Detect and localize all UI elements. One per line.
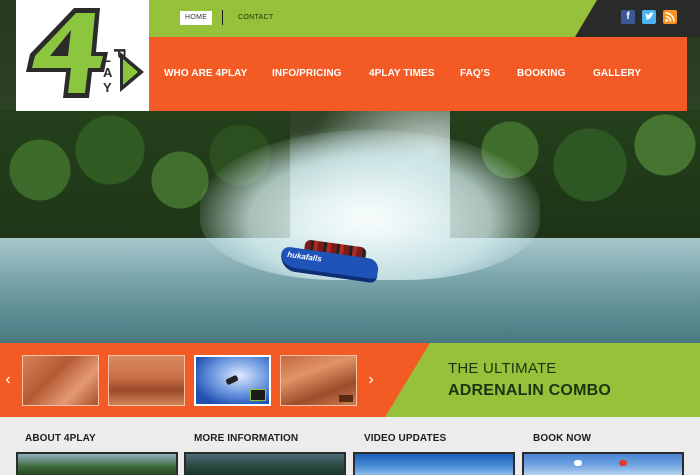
thumbnail-slider: ‹ › xyxy=(0,343,700,417)
twitter-bird-glyph xyxy=(645,12,654,20)
top-link-home[interactable]: HOME xyxy=(180,11,213,25)
facebook-icon[interactable]: f xyxy=(621,10,635,24)
parachute-canopy xyxy=(574,460,582,466)
column-title-book-now[interactable]: BOOK NOW xyxy=(533,433,591,444)
slider-prev-arrow-icon[interactable]: ‹ xyxy=(2,371,14,389)
column-title-video-updates[interactable]: VIDEO UPDATES xyxy=(364,433,446,444)
column-image-video-updates[interactable] xyxy=(353,452,515,475)
slider-next-arrow-icon[interactable]: › xyxy=(365,371,377,389)
column-title-more-info[interactable]: MORE INFORMATION xyxy=(194,433,298,444)
nav-item-faqs[interactable]: FAQ'S xyxy=(460,68,490,79)
svg-text:L: L xyxy=(103,50,111,65)
top-bar: HOME CONTACT xyxy=(149,0,700,37)
rss-waves-glyph xyxy=(665,12,675,22)
nav-item-info-pricing[interactable]: INFO/PRICING xyxy=(272,68,342,79)
tagline-panel xyxy=(385,343,700,417)
thumbnail-jumper xyxy=(225,374,239,386)
top-link-divider xyxy=(222,10,223,25)
column-image-book-now[interactable] xyxy=(522,452,684,475)
nav-item-who-are-4play[interactable]: WHO ARE 4PLAY xyxy=(164,68,247,79)
column-image-about[interactable] xyxy=(16,452,178,475)
slider-thumbnail-active[interactable] xyxy=(194,355,271,406)
top-link-contact[interactable]: CONTACT xyxy=(238,11,273,25)
column-title-about[interactable]: ABOUT 4PLAY xyxy=(25,433,96,444)
slider-thumbnail[interactable] xyxy=(22,355,99,406)
thumbnail-badge xyxy=(250,389,266,401)
svg-text:Y: Y xyxy=(103,80,112,95)
column-image-more-info[interactable] xyxy=(184,452,346,475)
twitter-icon[interactable] xyxy=(642,10,656,24)
slider-thumbnail[interactable] xyxy=(280,355,357,406)
slider-thumbnail[interactable] xyxy=(108,355,185,406)
svg-text:A: A xyxy=(103,65,113,80)
social-bar-background xyxy=(575,0,700,37)
parachute-canopy xyxy=(619,460,627,466)
nav-item-4play-times[interactable]: 4PLAY TIMES xyxy=(369,68,435,79)
thumbnail-badge xyxy=(339,395,353,402)
tagline-line-2: ADRENALIN COMBO xyxy=(448,382,611,399)
tagline-line-1: THE ULTIMATE xyxy=(448,360,557,377)
rss-icon[interactable] xyxy=(663,10,677,24)
svg-text:P: P xyxy=(110,48,129,59)
4play-logo-graphic: P L A Y xyxy=(26,8,144,98)
nav-item-booking[interactable]: BOOKING xyxy=(517,68,565,79)
site-logo[interactable]: P L A Y xyxy=(16,0,149,111)
nav-item-gallery[interactable]: GALLERY xyxy=(593,68,641,79)
main-nav: WHO ARE 4PLAY INFO/PRICING 4PLAY TIMES F… xyxy=(149,37,687,111)
